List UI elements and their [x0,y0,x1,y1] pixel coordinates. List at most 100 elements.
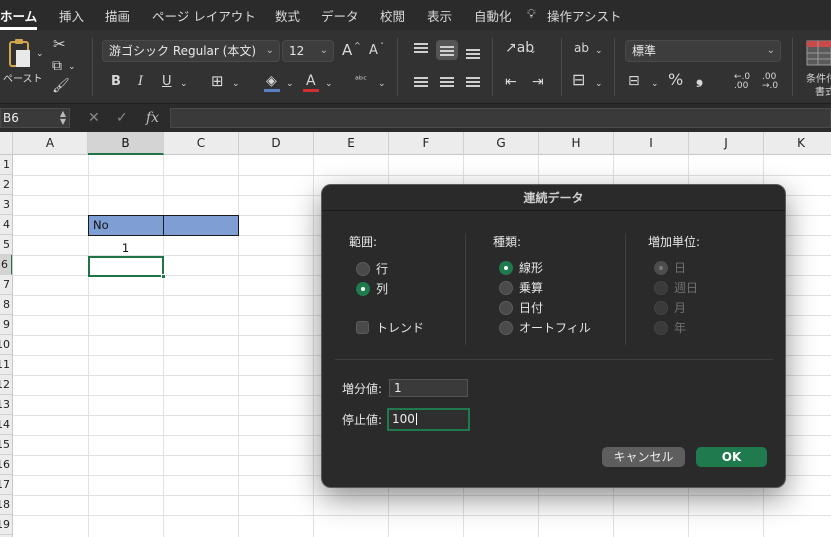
column-header-j[interactable]: J [689,132,764,155]
type-linear-radio[interactable] [499,261,513,275]
italic-button[interactable]: I [138,74,143,90]
row-header[interactable]: 18 [0,495,12,515]
row-header[interactable]: 12 [0,375,12,395]
chevron-down-icon[interactable]: ⌄ [651,76,659,92]
chevron-down-icon[interactable]: ⌄ [529,43,537,59]
tab-formulas[interactable]: 数式 [275,6,300,25]
type-autofill-radio[interactable] [499,321,513,335]
type-date-radio[interactable] [499,301,513,315]
type-linear-label[interactable]: 線形 [519,261,543,275]
name-box-stepper-icon[interactable]: ▲ ▼ [60,110,66,126]
range-columns-label[interactable]: 列 [376,282,388,296]
tab-page-layout[interactable]: ページ レイアウト [152,6,256,25]
align-middle-button[interactable] [436,40,458,60]
chevron-down-icon[interactable]: ⌄ [36,46,44,62]
tab-automate[interactable]: 自動化 [474,6,512,25]
row-header[interactable]: 17 [0,475,12,495]
number-format-dropdown[interactable]: 標準 ⌄ [625,40,781,62]
ok-button[interactable]: OK [696,447,767,467]
step-value-input[interactable]: 1 [389,379,468,397]
align-center-button[interactable] [436,72,458,92]
tab-data[interactable]: データ [321,6,359,25]
column-header-i[interactable]: I [614,132,689,155]
tab-home[interactable]: ホーム [0,6,37,25]
name-box[interactable]: B6 ▲ ▼ [0,108,70,128]
column-header-e[interactable]: E [314,132,389,155]
row-header[interactable]: 8 [0,295,12,315]
cancel-edit-icon[interactable]: ✕ [88,110,100,126]
merge-center-icon[interactable]: ⊟ [572,72,585,88]
row-header[interactable]: 14 [0,415,12,435]
row-header[interactable]: 3 [0,195,12,215]
chevron-down-icon[interactable]: ⌄ [378,76,386,92]
column-header-k[interactable]: K [764,132,831,155]
chevron-down-icon[interactable]: ⌄ [286,76,294,92]
phonetic-icon[interactable]: ᵃᵇᶜ [355,73,367,89]
tab-draw[interactable]: 描画 [105,6,130,25]
increase-indent-icon[interactable]: ⇥ [532,74,544,90]
align-bottom-button[interactable] [462,40,484,60]
chevron-down-icon[interactable]: ⌄ [595,76,603,92]
increase-decimal-button[interactable]: ←.0 .00 [734,73,750,91]
row-header-selected[interactable]: 6 [0,255,12,275]
tab-tell-me[interactable]: 操作アシスト [547,6,622,25]
font-name-dropdown[interactable]: 游ゴシック Regular (本文) ⌄ [102,40,280,62]
table-header-cells[interactable]: No [88,215,239,236]
cut-icon[interactable]: ✂ [53,36,66,52]
cell-b4[interactable]: No [93,218,109,232]
percent-style-button[interactable]: % [668,72,683,88]
chevron-down-icon[interactable]: ⌄ [68,59,76,75]
align-right-button[interactable] [462,72,484,92]
column-header-c[interactable]: C [164,132,239,155]
format-painter-icon[interactable]: 🖌︎ [52,78,70,94]
cancel-button[interactable]: キャンセル [602,447,685,467]
bold-button[interactable]: B [111,74,121,90]
row-header[interactable]: 15 [0,435,12,455]
borders-icon[interactable]: ⊞ [211,73,224,89]
column-header-f[interactable]: F [389,132,464,155]
font-size-dropdown[interactable]: 12 ⌄ [282,40,334,62]
row-header[interactable]: 1 [0,155,12,175]
font-color-icon[interactable]: A [306,73,316,89]
copy-icon[interactable]: ⧉ [52,58,62,74]
row-header[interactable]: 13 [0,395,12,415]
range-rows-radio[interactable] [356,262,370,276]
row-header[interactable]: 2 [0,175,12,195]
tab-view[interactable]: 表示 [427,6,452,25]
row-header[interactable]: 16 [0,455,12,475]
currency-format-icon[interactable]: ⊟ [628,73,640,89]
shrink-font-icon[interactable]: A [369,43,378,59]
row-header[interactable]: 4 [0,215,12,235]
cell-b5[interactable]: 1 [88,238,163,258]
paste-icon[interactable] [4,38,34,70]
column-header-g[interactable]: G [464,132,539,155]
formula-input[interactable] [170,108,831,128]
select-all-corner[interactable] [0,132,13,155]
row-header[interactable]: 19 [0,515,12,535]
conditional-format-icon[interactable] [806,40,831,66]
stop-value-input[interactable]: 100 [387,408,470,431]
type-date-label[interactable]: 日付 [519,301,543,315]
comma-style-button[interactable]: ❟ [696,69,703,87]
column-header-a[interactable]: A [13,132,88,155]
grow-font-icon[interactable]: A [342,42,352,58]
type-growth-label[interactable]: 乗算 [519,281,543,295]
column-header-h[interactable]: H [539,132,614,155]
row-header[interactable]: 7 [0,275,12,295]
chevron-down-icon[interactable]: ⌄ [232,76,240,92]
row-header[interactable]: 10 [0,335,12,355]
row-header[interactable]: 11 [0,355,12,375]
underline-button[interactable]: U [162,74,172,90]
chevron-down-icon[interactable]: ⌄ [595,43,603,59]
insert-function-button[interactable]: fx [146,110,159,126]
trend-label[interactable]: トレンド [376,321,424,335]
column-header-b[interactable]: B [88,132,164,155]
range-columns-radio[interactable] [356,282,370,296]
range-rows-label[interactable]: 行 [376,262,388,276]
decrease-decimal-icon[interactable]: .00 →.0 [762,73,778,91]
column-header-d[interactable]: D [239,132,314,155]
fill-color-icon[interactable]: ◈ [266,73,277,89]
type-autofill-label[interactable]: オートフィル [519,321,591,335]
align-left-button[interactable] [410,72,432,92]
trend-checkbox[interactable] [356,321,369,334]
